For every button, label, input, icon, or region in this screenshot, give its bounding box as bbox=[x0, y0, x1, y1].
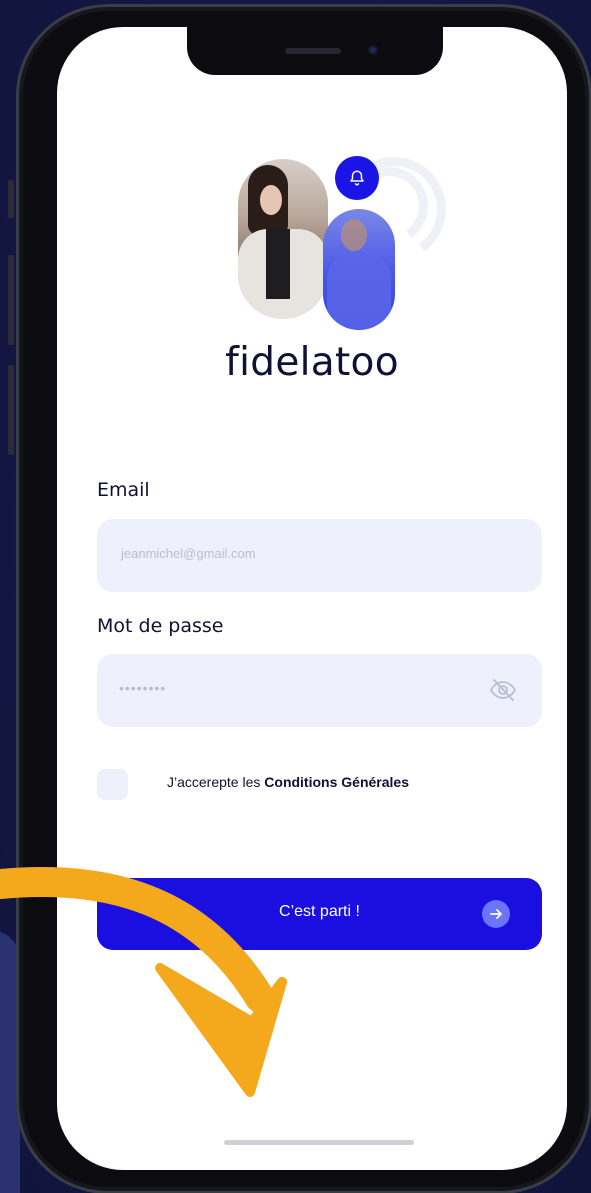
front-camera bbox=[368, 45, 378, 55]
arrow-right-icon bbox=[490, 909, 502, 919]
phone-silent-switch bbox=[8, 180, 14, 218]
submit-button-label: C’est parti ! bbox=[279, 903, 360, 920]
terms-checkbox[interactable] bbox=[97, 769, 128, 800]
brand-illustration bbox=[232, 148, 455, 330]
password-field[interactable]: •••••••• bbox=[97, 654, 542, 727]
bell-icon bbox=[350, 170, 364, 186]
password-label: Mot de passe bbox=[97, 615, 224, 637]
speaker-grille bbox=[285, 48, 341, 54]
email-placeholder: jeanmichel@gmail.com bbox=[121, 546, 256, 561]
email-label: Email bbox=[97, 479, 150, 501]
terms-text: J’accerepte les Conditions Générales bbox=[167, 774, 409, 790]
phone-notch bbox=[187, 27, 443, 75]
background: fidelatoo Email jeanmichel@gmail.com Mot… bbox=[0, 0, 591, 1193]
brand-logo-text: fidelatoo bbox=[225, 340, 399, 385]
phone-volume-down-button bbox=[8, 365, 14, 455]
submit-button[interactable]: C’est parti ! bbox=[97, 878, 542, 950]
terms-link[interactable]: Conditions Générales bbox=[264, 774, 409, 790]
phone-frame: fidelatoo Email jeanmichel@gmail.com Mot… bbox=[16, 4, 591, 1193]
home-indicator[interactable] bbox=[224, 1140, 414, 1145]
submit-arrow-badge bbox=[482, 900, 510, 928]
eye-slash-icon[interactable] bbox=[488, 676, 518, 704]
merchant-photo bbox=[323, 209, 395, 330]
phone-volume-up-button bbox=[8, 255, 14, 345]
phone-screen: fidelatoo Email jeanmichel@gmail.com Mot… bbox=[57, 27, 567, 1170]
password-mask: •••••••• bbox=[119, 680, 167, 696]
terms-prefix: J’accerepte les bbox=[167, 774, 265, 790]
notification-badge bbox=[335, 156, 379, 200]
email-field[interactable]: jeanmichel@gmail.com bbox=[97, 519, 542, 592]
customer-photo bbox=[238, 159, 328, 319]
